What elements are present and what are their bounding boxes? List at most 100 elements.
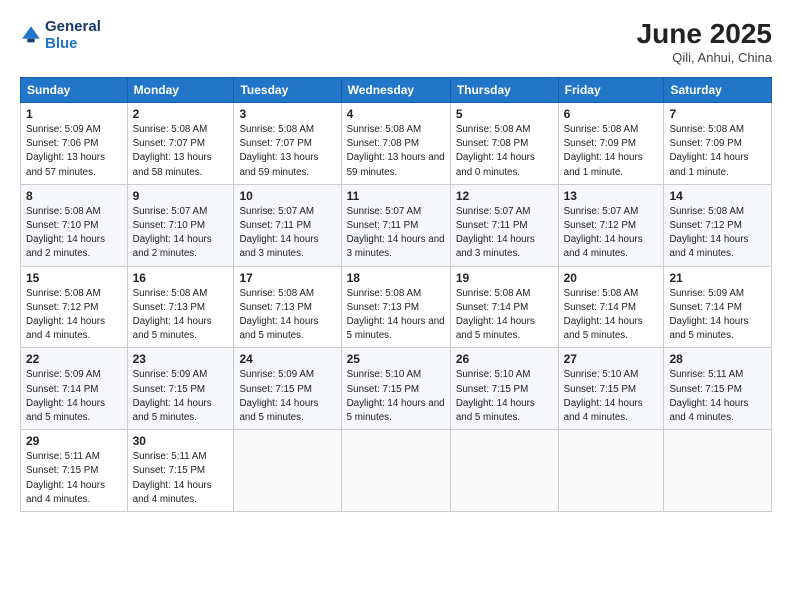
day-info: Sunrise: 5:11 AMSunset: 7:15 PMDaylight:…	[133, 450, 229, 507]
logo: General Blue	[20, 18, 101, 53]
calendar-cell: 29 Sunrise: 5:11 AMSunset: 7:15 PMDayligh…	[21, 430, 128, 512]
day-info: Sunrise: 5:10 AMSunset: 7:15 PMDaylight:…	[347, 368, 445, 425]
day-info: Sunrise: 5:08 AMSunset: 7:08 PMDaylight:…	[456, 123, 553, 180]
day-info: Sunrise: 5:07 AMSunset: 7:11 PMDaylight:…	[347, 205, 445, 262]
day-number: 19	[456, 271, 553, 285]
calendar-cell: 17Sunrise: 5:08 AMSunset: 7:13 PMDayligh…	[234, 266, 341, 348]
day-number: 30	[133, 434, 229, 448]
page: General Blue June 2025 Qili, Anhui, Chin…	[0, 0, 792, 612]
day-number: 12	[456, 189, 553, 203]
calendar-cell: 30 Sunrise: 5:11 AMSunset: 7:15 PMDayligh…	[127, 430, 234, 512]
logo-blue: Blue	[45, 35, 78, 52]
day-info: Sunrise: 5:08 AMSunset: 7:09 PMDaylight:…	[564, 123, 659, 180]
day-info: Sunrise: 5:08 AMSunset: 7:10 PMDaylight:…	[26, 205, 122, 262]
calendar-cell: 9 Sunrise: 5:07 AMSunset: 7:10 PMDaylight…	[127, 184, 234, 266]
calendar-cell: 8 Sunrise: 5:08 AMSunset: 7:10 PMDaylight…	[21, 184, 128, 266]
day-info: Sunrise: 5:07 AMSunset: 7:10 PMDaylight:…	[133, 205, 229, 262]
calendar-cell: 4Sunrise: 5:08 AMSunset: 7:08 PMDaylight…	[341, 103, 450, 185]
day-info: Sunrise: 5:09 AMSunset: 7:14 PMDaylight:…	[669, 287, 766, 344]
day-number: 5	[456, 107, 553, 121]
day-number: 10	[239, 189, 335, 203]
calendar-cell: 27 Sunrise: 5:10 AMSunset: 7:15 PMDayligh…	[558, 348, 664, 430]
calendar-table: SundayMondayTuesdayWednesdayThursdayFrid…	[20, 77, 772, 512]
day-info: Sunrise: 5:08 AMSunset: 7:13 PMDaylight:…	[239, 287, 335, 344]
day-info: Sunrise: 5:08 AMSunset: 7:12 PMDaylight:…	[26, 287, 122, 344]
day-number: 7	[669, 107, 766, 121]
day-number: 3	[239, 107, 335, 121]
day-info: Sunrise: 5:10 AMSunset: 7:15 PMDaylight:…	[456, 368, 553, 425]
day-info: Sunrise: 5:09 AMSunset: 7:15 PMDaylight:…	[239, 368, 335, 425]
calendar-cell: 19 Sunrise: 5:08 AMSunset: 7:14 PMDayligh…	[450, 266, 558, 348]
day-header-thursday: Thursday	[450, 78, 558, 103]
calendar-cell: 21 Sunrise: 5:09 AMSunset: 7:14 PMDayligh…	[664, 266, 772, 348]
calendar-cell: 13 Sunrise: 5:07 AMSunset: 7:12 PMDayligh…	[558, 184, 664, 266]
day-number: 2	[133, 107, 229, 121]
calendar-cell: 16Sunrise: 5:08 AMSunset: 7:13 PMDayligh…	[127, 266, 234, 348]
day-number: 11	[347, 189, 445, 203]
day-number: 28	[669, 352, 766, 366]
day-header-wednesday: Wednesday	[341, 78, 450, 103]
calendar-cell: 20 Sunrise: 5:08 AMSunset: 7:14 PMDayligh…	[558, 266, 664, 348]
day-header-sunday: Sunday	[21, 78, 128, 103]
calendar-cell: 14Sunrise: 5:08 AMSunset: 7:12 PMDayligh…	[664, 184, 772, 266]
calendar-cell	[234, 430, 341, 512]
day-number: 8	[26, 189, 122, 203]
day-number: 6	[564, 107, 659, 121]
calendar-cell	[450, 430, 558, 512]
day-number: 29	[26, 434, 122, 448]
calendar-cell: 28 Sunrise: 5:11 AMSunset: 7:15 PMDayligh…	[664, 348, 772, 430]
calendar-week-3: 15Sunrise: 5:08 AMSunset: 7:12 PMDayligh…	[21, 266, 772, 348]
day-info: Sunrise: 5:08 AMSunset: 7:14 PMDaylight:…	[564, 287, 659, 344]
day-info: Sunrise: 5:08 AMSunset: 7:07 PMDaylight:…	[239, 123, 335, 180]
day-number: 22	[26, 352, 122, 366]
day-info: Sunrise: 5:10 AMSunset: 7:15 PMDaylight:…	[564, 368, 659, 425]
calendar-cell: 12Sunrise: 5:07 AMSunset: 7:11 PMDayligh…	[450, 184, 558, 266]
calendar-cell: 7 Sunrise: 5:08 AMSunset: 7:09 PMDaylight…	[664, 103, 772, 185]
day-info: Sunrise: 5:09 AMSunset: 7:06 PMDaylight:…	[26, 123, 122, 180]
logo-general: General	[45, 18, 101, 35]
calendar-cell: 11 Sunrise: 5:07 AMSunset: 7:11 PMDayligh…	[341, 184, 450, 266]
day-number: 13	[564, 189, 659, 203]
calendar-cell: 6 Sunrise: 5:08 AMSunset: 7:09 PMDaylight…	[558, 103, 664, 185]
day-info: Sunrise: 5:08 AMSunset: 7:13 PMDaylight:…	[347, 287, 445, 344]
calendar-cell: 25Sunrise: 5:10 AMSunset: 7:15 PMDayligh…	[341, 348, 450, 430]
day-number: 26	[456, 352, 553, 366]
title-area: June 2025 Qili, Anhui, China	[637, 18, 772, 65]
day-number: 16	[133, 271, 229, 285]
day-number: 27	[564, 352, 659, 366]
day-number: 21	[669, 271, 766, 285]
calendar-cell	[558, 430, 664, 512]
day-number: 14	[669, 189, 766, 203]
day-header-monday: Monday	[127, 78, 234, 103]
calendar-cell: 10 Sunrise: 5:07 AMSunset: 7:11 PMDayligh…	[234, 184, 341, 266]
calendar-cell: 23 Sunrise: 5:09 AMSunset: 7:15 PMDayligh…	[127, 348, 234, 430]
day-info: Sunrise: 5:08 AMSunset: 7:14 PMDaylight:…	[456, 287, 553, 344]
calendar-week-1: 1 Sunrise: 5:09 AMSunset: 7:06 PMDaylight…	[21, 103, 772, 185]
day-info: Sunrise: 5:11 AMSunset: 7:15 PMDaylight:…	[26, 450, 122, 507]
month-year: June 2025	[637, 18, 772, 50]
calendar-cell: 24Sunrise: 5:09 AMSunset: 7:15 PMDayligh…	[234, 348, 341, 430]
calendar-cell	[664, 430, 772, 512]
day-header-tuesday: Tuesday	[234, 78, 341, 103]
calendar-cell: 2Sunrise: 5:08 AMSunset: 7:07 PMDaylight…	[127, 103, 234, 185]
location: Qili, Anhui, China	[637, 50, 772, 65]
calendar-week-2: 8 Sunrise: 5:08 AMSunset: 7:10 PMDaylight…	[21, 184, 772, 266]
day-info: Sunrise: 5:07 AMSunset: 7:11 PMDaylight:…	[239, 205, 335, 262]
day-number: 1	[26, 107, 122, 121]
calendar-cell: 1 Sunrise: 5:09 AMSunset: 7:06 PMDaylight…	[21, 103, 128, 185]
day-number: 9	[133, 189, 229, 203]
day-number: 4	[347, 107, 445, 121]
calendar-cell: 3 Sunrise: 5:08 AMSunset: 7:07 PMDaylight…	[234, 103, 341, 185]
logo-icon	[20, 24, 42, 46]
calendar-header-row: SundayMondayTuesdayWednesdayThursdayFrid…	[21, 78, 772, 103]
day-info: Sunrise: 5:11 AMSunset: 7:15 PMDaylight:…	[669, 368, 766, 425]
day-info: Sunrise: 5:07 AMSunset: 7:12 PMDaylight:…	[564, 205, 659, 262]
day-header-saturday: Saturday	[664, 78, 772, 103]
header: General Blue June 2025 Qili, Anhui, Chin…	[20, 18, 772, 65]
day-number: 23	[133, 352, 229, 366]
day-info: Sunrise: 5:09 AMSunset: 7:15 PMDaylight:…	[133, 368, 229, 425]
calendar-cell: 22Sunrise: 5:09 AMSunset: 7:14 PMDayligh…	[21, 348, 128, 430]
day-info: Sunrise: 5:08 AMSunset: 7:09 PMDaylight:…	[669, 123, 766, 180]
calendar-week-5: 29 Sunrise: 5:11 AMSunset: 7:15 PMDayligh…	[21, 430, 772, 512]
day-number: 20	[564, 271, 659, 285]
